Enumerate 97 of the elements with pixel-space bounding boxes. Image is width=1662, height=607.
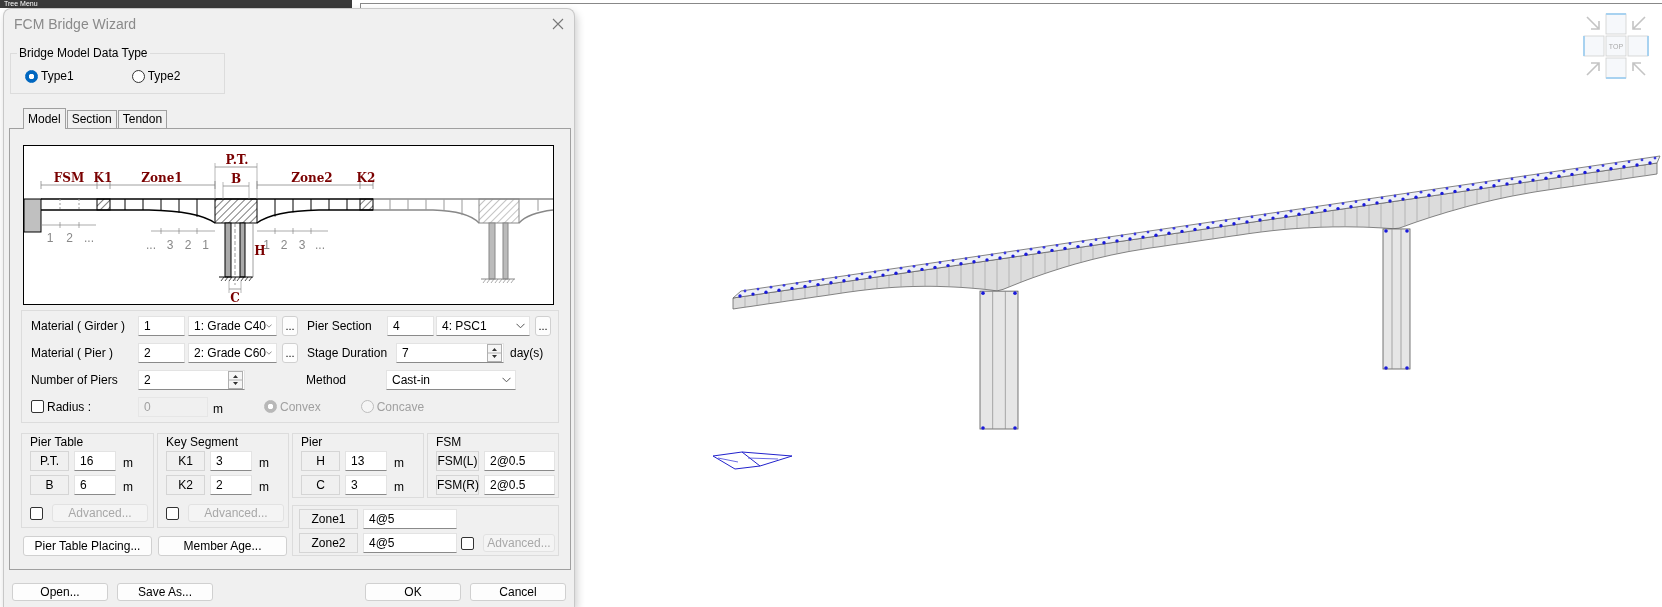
- segment-number: 2: [66, 231, 73, 245]
- field-label: Material ( Pier ): [31, 345, 114, 361]
- field-label: Pier Section: [307, 318, 373, 334]
- unit-label: m: [123, 479, 133, 495]
- spin-field[interactable]: 7: [396, 343, 504, 363]
- segment-number: 1: [263, 238, 270, 252]
- group-title: FSM: [435, 434, 463, 451]
- action-button[interactable]: Member Age...: [158, 536, 287, 556]
- input-field[interactable]: 13: [345, 451, 387, 471]
- input-field[interactable]: 3: [210, 451, 252, 471]
- field-label: C: [301, 475, 340, 495]
- segment-number: ...: [315, 238, 325, 252]
- browse-button[interactable]: ...: [535, 316, 551, 336]
- unit-label: m: [213, 401, 223, 417]
- radio-label: Type1: [41, 69, 74, 84]
- input-field[interactable]: 6: [74, 475, 116, 495]
- group-title: Bridge Model Data Type: [17, 46, 150, 60]
- radio-label: Convex: [280, 399, 321, 415]
- input-field[interactable]: 16: [74, 451, 116, 471]
- segment-number: 3: [298, 238, 306, 252]
- unit-label: m: [394, 479, 404, 495]
- chevron-down-icon: [266, 350, 272, 356]
- field-label: Radius :: [47, 399, 92, 415]
- dimension-label: K1: [93, 171, 113, 185]
- chevron-down-icon: [516, 323, 525, 329]
- spin-field[interactable]: 2: [138, 370, 245, 390]
- input-field[interactable]: 2@0.5: [484, 451, 555, 471]
- segment-number: ...: [84, 231, 94, 245]
- unit-label: m: [394, 455, 404, 471]
- field-label: Zone2: [299, 533, 358, 553]
- segment-number: ...: [146, 238, 156, 252]
- input-field[interactable]: 1: [138, 316, 185, 336]
- field-label: K1: [166, 451, 205, 471]
- dimension-label: K2: [356, 171, 376, 185]
- unit-label: m: [123, 455, 133, 471]
- field-label: P.T.: [30, 451, 69, 471]
- group-title: Key Segment: [165, 434, 240, 451]
- dimension-label: FSM: [53, 171, 85, 185]
- unit-label: m: [259, 479, 269, 495]
- tab[interactable]: Tendon: [117, 110, 168, 128]
- chevron-down-icon: [502, 377, 511, 383]
- input-field[interactable]: 2: [138, 343, 185, 363]
- input-field[interactable]: 3: [345, 475, 387, 495]
- input-field[interactable]: 2: [210, 475, 252, 495]
- field-label: Zone1: [299, 509, 358, 529]
- spin-button[interactable]: [487, 344, 502, 362]
- dialog-button[interactable]: OK: [365, 583, 461, 601]
- unit-label: day(s): [510, 345, 544, 361]
- tab[interactable]: Model: [23, 108, 66, 129]
- dialog-button[interactable]: Open...: [12, 583, 108, 601]
- dropdown[interactable]: 1: Grade C40: [188, 316, 277, 336]
- field-label: H: [301, 451, 340, 471]
- field-label: B: [30, 475, 69, 495]
- action-button[interactable]: Pier Table Placing...: [23, 536, 152, 556]
- dropdown[interactable]: 4: PSC1: [436, 316, 530, 336]
- segment-number: 1: [202, 238, 209, 252]
- segment-number: 2: [184, 238, 192, 252]
- dropdown[interactable]: Cast-in: [386, 370, 516, 390]
- field-label: Material ( Girder ): [31, 318, 126, 334]
- field-label: FSM(R): [436, 475, 479, 495]
- dimension-label: Zone1: [141, 171, 183, 185]
- dialog-button[interactable]: Save As...: [117, 583, 213, 601]
- browse-button[interactable]: ...: [282, 316, 298, 336]
- spin-button[interactable]: [228, 371, 243, 389]
- field-label: K2: [166, 475, 205, 495]
- radio-label: Concave: [376, 399, 425, 415]
- field-label: Stage Duration: [307, 345, 389, 361]
- group-title: Pier Table: [29, 434, 85, 451]
- field-label: FSM(L): [436, 451, 479, 471]
- segment-number: 2: [280, 238, 288, 252]
- input-field[interactable]: 4@5: [363, 509, 457, 529]
- segment-number: 1: [46, 231, 54, 245]
- axis-triad-icon: [712, 451, 793, 470]
- unit-label: m: [259, 455, 269, 471]
- dropdown[interactable]: 2: Grade C60: [188, 343, 277, 363]
- radio-label: Type2: [147, 69, 181, 84]
- dimension-label: Zone2: [291, 171, 333, 185]
- radio-button[interactable]: [25, 70, 38, 83]
- input-field[interactable]: 4@5: [363, 533, 457, 553]
- chevron-down-icon: [266, 323, 272, 329]
- close-button[interactable]: [550, 16, 566, 32]
- input-field[interactable]: 2@0.5: [484, 475, 555, 495]
- group-title: Pier: [300, 434, 324, 451]
- dimension-label: B: [230, 172, 242, 186]
- field-label: Method: [306, 372, 348, 388]
- dimension-label: C: [230, 291, 240, 304]
- dimension-label: H: [254, 244, 266, 258]
- checkbox[interactable]: [31, 400, 44, 414]
- browse-button[interactable]: ...: [282, 343, 298, 363]
- radio-button[interactable]: [131, 70, 145, 83]
- window-title: FCM Bridge Wizard: [14, 15, 137, 33]
- dimension-label: P.T.: [225, 153, 249, 167]
- input-field[interactable]: 4: [387, 316, 434, 336]
- segment-number: 3: [166, 238, 174, 252]
- field-label: Number of Piers: [31, 372, 119, 388]
- dialog-button[interactable]: Cancel: [470, 583, 566, 601]
- tab[interactable]: Section: [66, 110, 117, 128]
